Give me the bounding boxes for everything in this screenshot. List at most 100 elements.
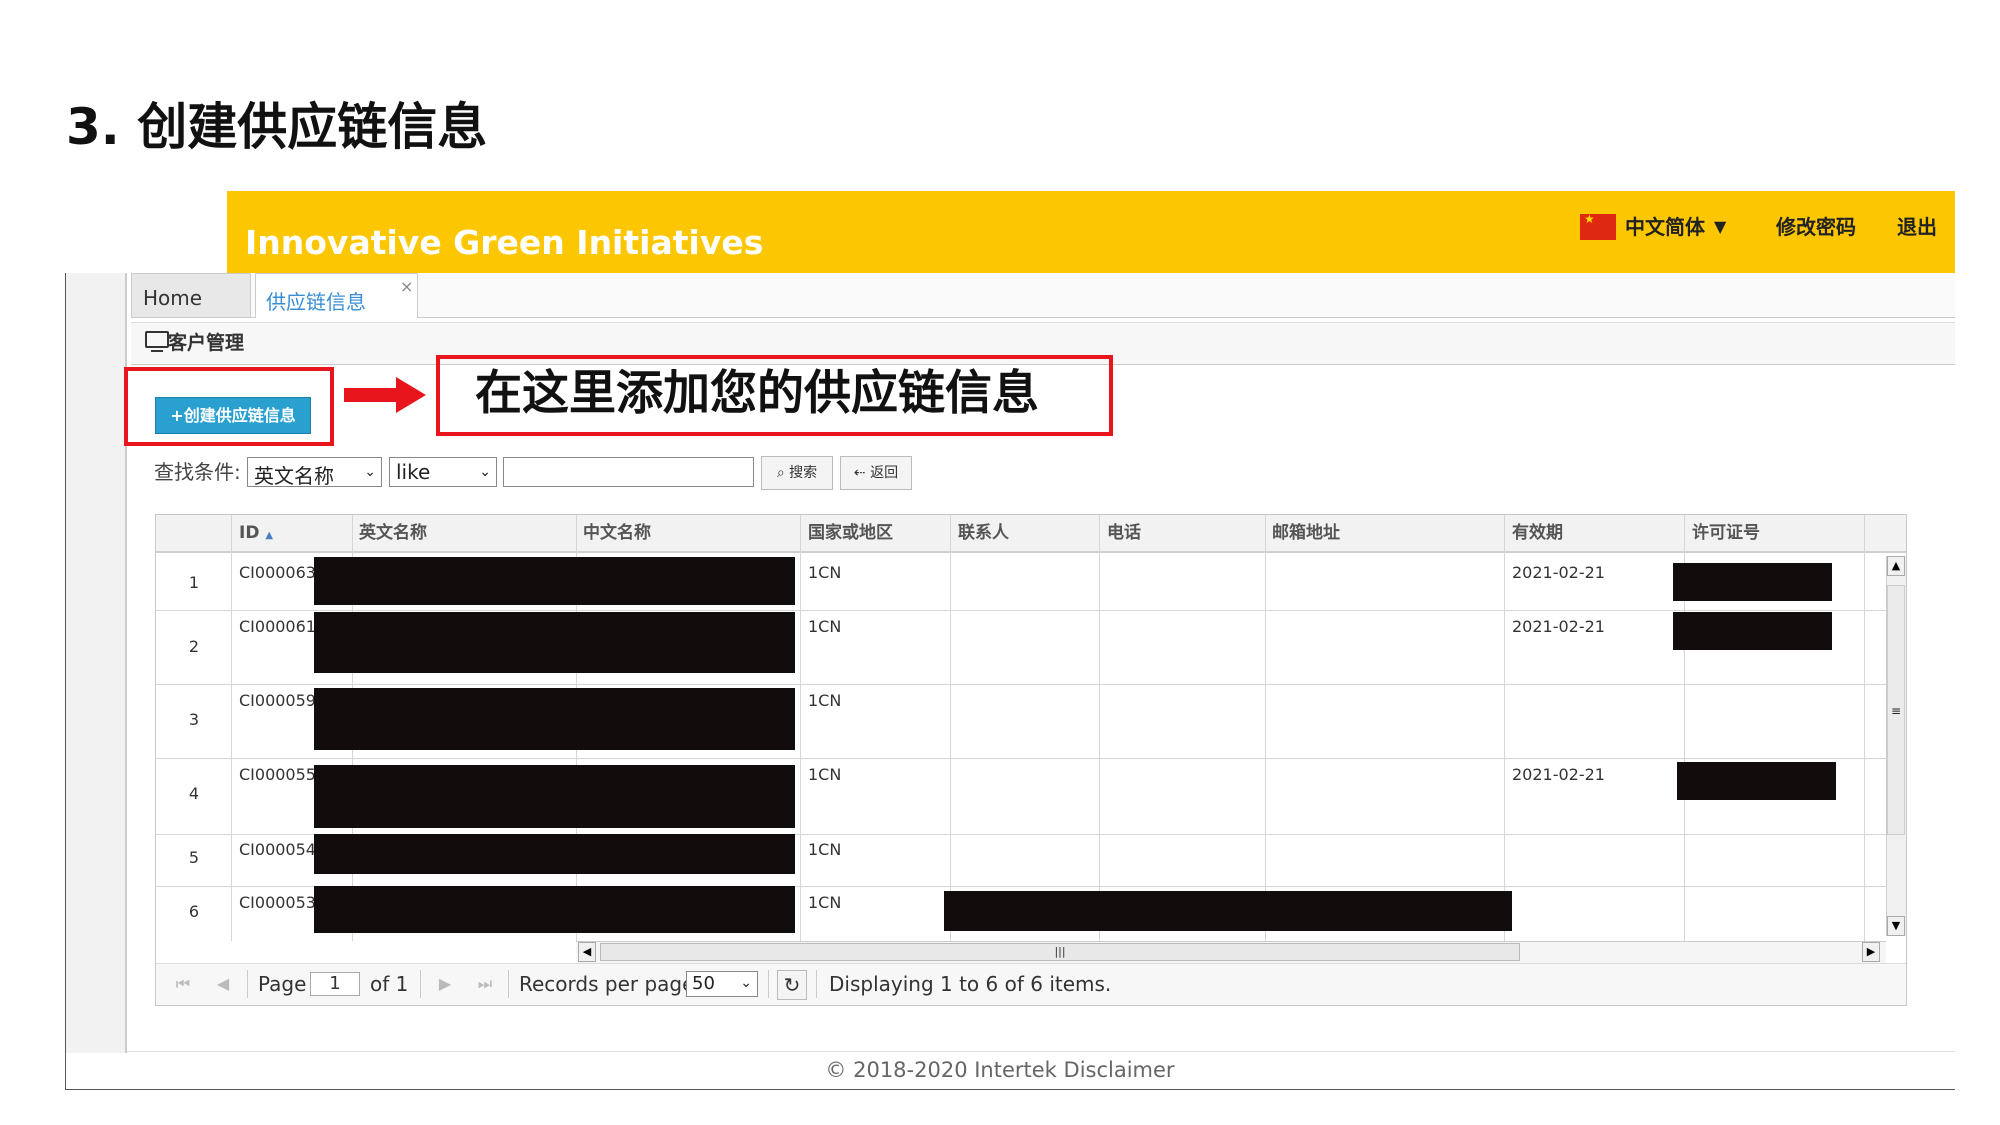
redacted-block (1673, 612, 1832, 650)
vertical-scroll-thumb[interactable]: ≡ (1887, 585, 1905, 835)
column-header-phone[interactable]: 电话 (1107, 515, 1141, 551)
column-divider (800, 515, 801, 941)
panel-title: 客户管理 (168, 332, 245, 354)
last-page-icon[interactable]: ⏭ (472, 970, 498, 998)
redacted-block (314, 688, 795, 750)
cell-id[interactable]: CI000063 (239, 563, 316, 583)
pagination-summary: Displaying 1 to 6 of 6 items. (829, 972, 1112, 996)
column-divider (950, 515, 951, 941)
next-page-icon[interactable]: ▶ (432, 970, 458, 998)
cell-id[interactable]: CI000059 (239, 691, 316, 711)
column-divider (1099, 515, 1100, 941)
monitor-icon (145, 331, 169, 352)
left-sidebar (66, 273, 127, 1053)
column-header-country[interactable]: 国家或地区 (808, 515, 893, 551)
cell-country[interactable]: 1CN (808, 563, 841, 583)
horizontal-scroll-thumb[interactable]: ||| (600, 943, 1520, 961)
logout-link[interactable]: 退出 (1897, 212, 1937, 242)
first-page-icon[interactable]: ⏮ (170, 970, 196, 998)
cell-country[interactable]: 1CN (808, 765, 841, 785)
column-divider (1504, 515, 1505, 941)
chevron-down-icon: ⌄ (479, 464, 491, 480)
column-header-contact[interactable]: 联系人 (958, 515, 1009, 551)
row-divider (156, 758, 1886, 759)
redacted-block (314, 834, 795, 874)
column-header-valid-until[interactable]: 有效期 (1512, 515, 1563, 551)
refresh-icon[interactable]: ↻ (777, 970, 807, 1000)
pager-separator (247, 970, 248, 998)
redacted-block (314, 557, 795, 605)
footer-text: © 2018-2020 Intertek Disclaimer (825, 1058, 1175, 1082)
previous-page-icon[interactable]: ◀ (210, 970, 236, 998)
redacted-block (1673, 563, 1832, 601)
chevron-down-icon: ⌄ (364, 464, 376, 480)
sort-asc-icon: ▲ (265, 530, 274, 541)
column-header-license-no[interactable]: 许可证号 (1692, 515, 1760, 551)
pager-separator (768, 970, 769, 998)
cell-country[interactable]: 1CN (808, 840, 841, 860)
column-divider (231, 515, 232, 941)
row-number: 6 (188, 902, 200, 921)
page-label: Page (258, 972, 307, 996)
search-button[interactable]: ⌕ 搜索 (761, 456, 833, 490)
cell-country[interactable]: 1CN (808, 893, 841, 913)
scroll-right-icon[interactable]: ▶ (1862, 942, 1880, 962)
records-per-page-label: Records per page: (519, 972, 702, 996)
cell-id[interactable]: CI000053 (239, 893, 316, 913)
change-password-link[interactable]: 修改密码 (1776, 212, 1856, 242)
page-number-input[interactable]: 1 (310, 972, 360, 996)
cell-id[interactable]: CI000055 (239, 765, 316, 785)
cell-id[interactable]: CI000054 (239, 840, 316, 860)
app-name: Innovative Green Initiatives (245, 223, 764, 262)
tab-supply-chain-info[interactable]: 供应链信息 (255, 273, 418, 318)
row-number: 2 (188, 637, 200, 656)
redacted-block (944, 891, 1512, 931)
caret-down-icon[interactable]: ▼ (1714, 212, 1726, 242)
column-header-email[interactable]: 邮箱地址 (1272, 515, 1340, 551)
column-header-id[interactable]: ID ▲ (239, 515, 273, 554)
redacted-block (1677, 762, 1836, 800)
annotation-arrow-icon (344, 377, 426, 413)
scroll-up-icon[interactable]: ▲ (1887, 556, 1905, 576)
search-operator-select[interactable]: like ⌄ (389, 457, 497, 487)
row-divider (156, 684, 1886, 685)
column-divider (1265, 515, 1266, 941)
scroll-down-icon[interactable]: ▼ (1887, 916, 1905, 936)
chevron-down-icon: ⌄ (740, 975, 752, 991)
redacted-block (314, 765, 795, 828)
back-button[interactable]: ⇠ 返回 (840, 456, 912, 490)
pager-separator (508, 970, 509, 998)
tab-home[interactable]: Home (131, 273, 251, 318)
footer-divider (127, 1051, 1955, 1052)
pager-separator (420, 970, 421, 998)
search-input[interactable] (503, 457, 754, 487)
row-number: 4 (188, 784, 200, 803)
column-header-english-name[interactable]: 英文名称 (359, 515, 427, 551)
records-per-page-select[interactable]: 50 ⌄ (686, 971, 758, 997)
search-operator-value: like (396, 460, 431, 484)
language-selector[interactable]: 中文简体 (1625, 212, 1705, 242)
row-number: 3 (188, 710, 200, 729)
cell-valid-until[interactable]: 2021-02-21 (1512, 617, 1605, 637)
slide-title: 3. 创建供应链信息 (66, 98, 488, 156)
cell-valid-until[interactable]: 2021-02-21 (1512, 765, 1605, 785)
cell-valid-until[interactable]: 2021-02-21 (1512, 563, 1605, 583)
page-count-label: of 1 (370, 972, 409, 996)
redacted-block (314, 612, 795, 673)
row-number: 1 (188, 573, 200, 592)
cell-id[interactable]: CI000061 (239, 617, 316, 637)
column-header-chinese-name[interactable]: 中文名称 (583, 515, 651, 551)
row-number: 5 (188, 848, 200, 867)
row-divider (156, 610, 1886, 611)
redacted-block (314, 886, 795, 933)
column-divider (1864, 515, 1865, 941)
scroll-left-icon[interactable]: ◀ (578, 942, 596, 962)
search-condition-label: 查找条件: (154, 460, 241, 484)
search-field-select[interactable]: 英文名称 ⌄ (247, 457, 382, 487)
records-per-page-value: 50 (692, 973, 715, 994)
china-flag-icon[interactable] (1580, 212, 1616, 240)
close-tab-icon[interactable]: × (400, 278, 413, 296)
cell-country[interactable]: 1CN (808, 691, 841, 711)
create-supply-chain-button[interactable]: +创建供应链信息 (155, 397, 311, 434)
cell-country[interactable]: 1CN (808, 617, 841, 637)
